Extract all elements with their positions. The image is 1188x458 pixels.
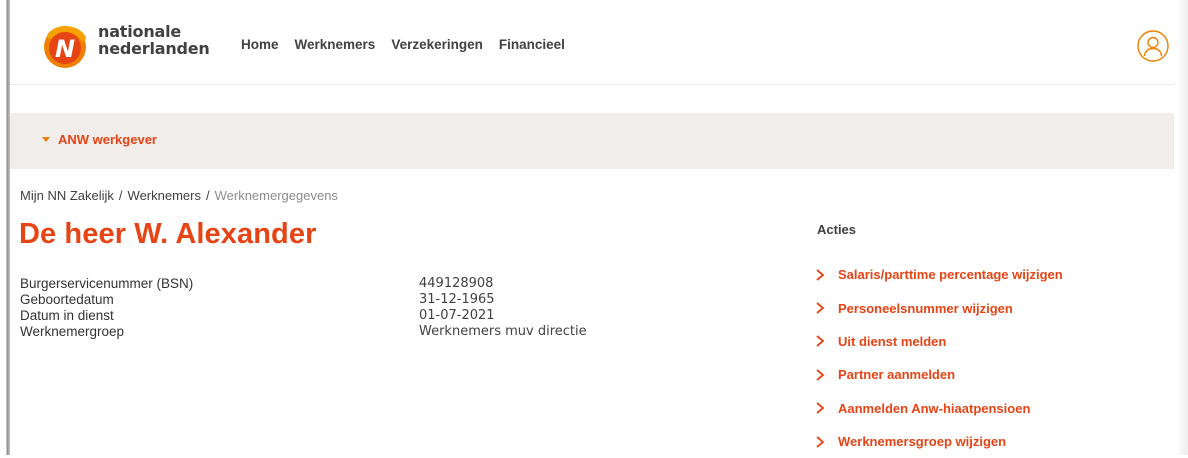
breadcrumb: Mijn NN Zakelijk / Werknemers / Werkneme… bbox=[20, 188, 338, 203]
nav-verzekeringen[interactable]: Verzekeringen bbox=[391, 37, 483, 52]
chevron-right-icon bbox=[816, 335, 825, 348]
anw-werkgever-toggle[interactable]: ANW werkgever bbox=[42, 132, 157, 147]
chevron-right-icon bbox=[816, 435, 825, 448]
action-label: Werknemersgroep wijzigen bbox=[838, 434, 1007, 450]
action-uit-dienst-melden[interactable]: Uit dienst melden bbox=[814, 325, 1063, 358]
logo-wordmark: nationale nederlanden bbox=[98, 23, 210, 57]
action-anw-hiaatpensioen[interactable]: Aanmelden Anw-hiaatpensioen bbox=[814, 392, 1063, 425]
logo-line-2: nederlanden bbox=[98, 39, 210, 58]
action-label: Uit dienst melden bbox=[838, 333, 947, 349]
window-edge bbox=[0, 0, 10, 455]
action-personeelsnummer-wijzigen[interactable]: Personeelsnummer wijzigen bbox=[814, 291, 1063, 324]
breadcrumb-current: Werknemergegevens bbox=[214, 188, 338, 203]
actions-list: Salaris/parttime percentage wijzigen Per… bbox=[814, 258, 1063, 458]
actions-title: Acties bbox=[817, 222, 857, 237]
detail-value: 449128908 bbox=[419, 276, 494, 291]
user-circle-icon[interactable] bbox=[1137, 30, 1169, 62]
action-label: Aanmelden Anw-hiaatpensioen bbox=[838, 400, 1031, 416]
breadcrumb-mijn-nn-zakelijk[interactable]: Mijn NN Zakelijk bbox=[20, 188, 114, 203]
action-werknemersgroep-wijzigen[interactable]: Werknemersgroep wijzigen bbox=[814, 425, 1063, 458]
detail-value: 01-07-2021 bbox=[419, 308, 495, 323]
action-partner-aanmelden[interactable]: Partner aanmelden bbox=[814, 358, 1063, 391]
nav-werknemers[interactable]: Werknemers bbox=[295, 37, 376, 52]
anw-werkgever-panel: ANW werkgever bbox=[10, 113, 1174, 169]
detail-value: 31-12-1965 bbox=[419, 292, 495, 307]
detail-row-geboortedatum: Geboortedatum 31-12-1965 bbox=[20, 292, 587, 308]
page-title: De heer W. Alexander bbox=[19, 218, 317, 250]
nav-home[interactable]: Home bbox=[241, 37, 279, 52]
nav-financieel[interactable]: Financieel bbox=[499, 37, 565, 52]
detail-label: Burgerservicenummer (BSN) bbox=[20, 276, 194, 291]
logo-line-1: nationale bbox=[98, 22, 182, 41]
chevron-right-icon bbox=[816, 268, 825, 281]
action-salaris-wijzigen[interactable]: Salaris/parttime percentage wijzigen bbox=[814, 258, 1063, 291]
window-shadow bbox=[1176, 0, 1188, 455]
action-label: Personeelsnummer wijzigen bbox=[838, 300, 1013, 316]
detail-value: Werknemers muv directie bbox=[419, 324, 587, 339]
breadcrumb-werknemers[interactable]: Werknemers bbox=[128, 188, 201, 203]
logo-letter: N bbox=[55, 35, 75, 63]
detail-label: Geboortedatum bbox=[20, 292, 114, 307]
breadcrumb-separator: / bbox=[118, 188, 123, 203]
detail-label: Datum in dienst bbox=[20, 308, 114, 323]
action-label: Partner aanmelden bbox=[838, 367, 956, 383]
chevron-right-icon bbox=[816, 302, 825, 314]
caret-down-icon bbox=[42, 137, 50, 142]
chevron-right-icon bbox=[816, 402, 825, 414]
employee-details: Burgerservicenummer (BSN) 449128908 Gebo… bbox=[20, 276, 587, 340]
detail-row-bsn: Burgerservicenummer (BSN) 449128908 bbox=[20, 276, 587, 292]
anw-werkgever-label: ANW werkgever bbox=[58, 132, 157, 147]
detail-label: Werknemergroep bbox=[20, 324, 125, 339]
detail-row-werknemergroep: Werknemergroep Werknemers muv directie bbox=[20, 324, 587, 340]
main-nav: Home Werknemers Verzekeringen Financieel bbox=[241, 37, 565, 52]
action-label: Salaris/parttime percentage wijzigen bbox=[838, 267, 1063, 283]
detail-row-datum-in-dienst: Datum in dienst 01-07-2021 bbox=[20, 308, 587, 324]
breadcrumb-separator: / bbox=[205, 188, 210, 203]
nn-logo-icon: N bbox=[44, 26, 86, 68]
chevron-right-icon bbox=[816, 369, 825, 381]
site-header: N nationale nederlanden Home Werknemers … bbox=[10, 0, 1174, 85]
